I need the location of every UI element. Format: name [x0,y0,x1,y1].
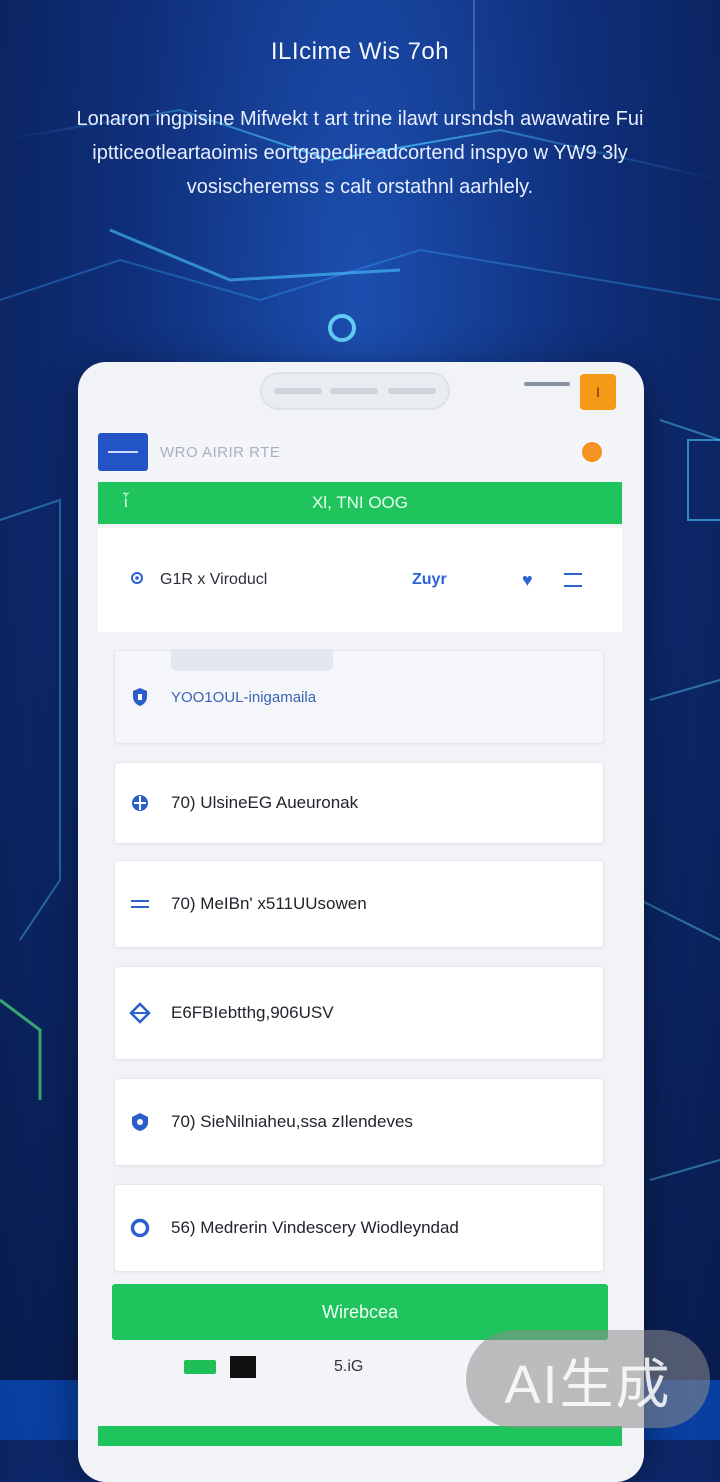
hero-description: Lonaron ingpisine Mifwekt t art trine il… [76,108,644,198]
list-item-label: 70) UlsineEG Aueuronak [171,793,359,812]
list-item[interactable]: YOO1OUL-inigamaila [114,649,604,744]
speaker-slot [388,388,436,394]
speaker-slot [330,388,378,394]
status-line [524,382,570,386]
diamond-icon [129,1002,151,1024]
bottom-strip [98,1426,622,1446]
gear-icon [130,571,150,590]
list-item-label: YOO1OUL-inigamaila [171,688,317,706]
watermark-text: AI生成 [504,1354,672,1415]
phone-notch [260,372,450,410]
info-card-link[interactable]: Zuyr [412,571,447,589]
phone-mockup: I WRO AIRIR RTE ἷ Xl, TNI OOG G1R x Viro… [78,362,644,1482]
ring-icon [129,1217,151,1239]
list-item-label: 56) Medrerin Vindescery Wiodleyndad [171,1218,459,1237]
list-item[interactable]: 56) Medrerin Vindescery Wiodleyndad [114,1184,604,1272]
app-header: WRO AIRIR RTE [98,424,622,480]
green-banner[interactable]: ἷ Xl, TNI OOG [98,482,622,524]
list-item[interactable]: 70) MeIBn' x511UUsowen [114,860,604,948]
feature-list: YOO1OUL-inigamaila 70) UlsineEG Aueurona… [114,649,604,1272]
list-item[interactable]: 70) SieNilniaheu,ssa zIlendeves [114,1078,604,1166]
bottom-bar-label: 5.iG [334,1358,364,1375]
globe-icon [129,792,151,814]
info-card: G1R x Viroducl Zuyr ♥ [98,528,622,632]
list-item-label: 70) MeIBn' x511UUsowen [171,894,367,913]
banner-text: Xl, TNI OOG [311,493,409,512]
list-item[interactable]: E6FBIebtthg,906USV [114,966,604,1060]
list-item-label: 70) SieNilniaheu,ssa zIlendeves [171,1112,413,1131]
app-title: WRO AIRIR RTE [160,443,281,461]
status-badge-label: I [596,384,600,400]
banner-left-mark: ἷ [124,494,128,511]
hamburger-icon[interactable] [564,573,582,587]
folder-icon[interactable] [230,1356,256,1378]
ai-watermark: AI生成 [466,1330,710,1428]
list-item[interactable]: 70) UlsineEG Aueuronak [114,762,604,844]
battery-icon [184,1360,216,1374]
hero-header: ILIcime Wis 7oh Lonaron ingpisine Mifwek… [0,38,720,204]
menu-button[interactable] [98,433,148,471]
shield-icon [129,686,151,708]
notification-dot-icon[interactable] [582,442,602,462]
tab-tag [171,649,333,671]
cta-label: Wirebcea [321,1301,399,1322]
status-badge[interactable]: I [580,374,616,410]
lines-icon [129,893,151,915]
info-card-title: G1R x Viroducl [160,571,268,588]
speaker-slot [274,388,322,394]
list-item-label: E6FBIebtthg,906USV [171,1003,334,1022]
hero-title: ILIcime Wis 7oh [270,38,450,65]
heart-icon[interactable]: ♥ [522,570,533,591]
badge-icon [129,1111,151,1133]
